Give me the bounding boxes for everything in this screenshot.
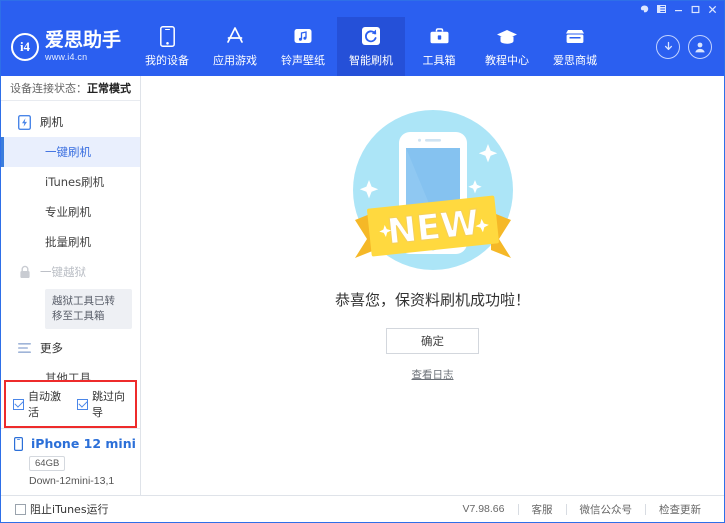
nav-label: 智能刷机 xyxy=(349,52,393,68)
status-bar: 阻止iTunes运行 V7.98.66 客服 微信公众号 检查更新 xyxy=(1,495,724,522)
lock-icon xyxy=(17,265,32,280)
graduation-icon xyxy=(496,25,518,47)
main-navigation: 我的设备 应用游戏 铃声壁纸 智能刷机 xyxy=(133,17,656,76)
logo-url: www.i4.cn xyxy=(45,53,121,62)
sidebar-group-label: 刷机 xyxy=(40,114,63,130)
phone-icon xyxy=(156,25,178,47)
sidebar-item-label: 一键刷机 xyxy=(45,144,91,160)
nav-label: 工具箱 xyxy=(423,52,456,68)
user-icon[interactable] xyxy=(688,35,712,59)
app-header: i4 爱思助手 www.i4.cn 我的设备 应用游戏 xyxy=(1,17,724,76)
connected-device-panel[interactable]: iPhone 12 mini 64GB Down-12mini-13,1 xyxy=(1,428,140,495)
new-phone-badge-illustration: NEW xyxy=(333,98,533,283)
flash-icon xyxy=(17,115,32,130)
sidebar-item-other-tools[interactable]: 其他工具 xyxy=(1,363,140,380)
version-label: V7.98.66 xyxy=(449,503,517,515)
nav-label: 教程中心 xyxy=(485,52,529,68)
device-name: iPhone 12 mini xyxy=(31,436,136,451)
connection-status-value: 正常模式 xyxy=(87,80,131,96)
device-capacity-badge: 64GB xyxy=(29,456,65,471)
nav-item-ringtone-wallpaper[interactable]: 铃声壁纸 xyxy=(269,17,337,76)
status-bar-right: V7.98.66 客服 微信公众号 检查更新 xyxy=(449,502,714,517)
checkbox-box xyxy=(77,399,88,410)
close-button[interactable] xyxy=(705,3,720,15)
nav-label: 爱思商城 xyxy=(553,52,597,68)
refresh-icon xyxy=(360,25,382,47)
sidebar-item-label: iTunes刷机 xyxy=(45,174,104,190)
appstore-icon xyxy=(224,25,246,47)
sidebar-item-one-key-flash[interactable]: 一键刷机 xyxy=(1,137,140,167)
nav-item-shop[interactable]: 爱思商城 xyxy=(541,17,609,76)
shop-icon xyxy=(564,25,586,47)
connection-status-label: 设备连接状态： xyxy=(10,80,87,96)
skip-wizard-checkbox[interactable]: 跳过向导 xyxy=(77,388,131,420)
nav-item-toolbox[interactable]: 工具箱 xyxy=(405,17,473,76)
minimize-button[interactable] xyxy=(671,3,686,15)
logo-badge-text: i4 xyxy=(20,39,30,55)
app-window: i4 爱思助手 www.i4.cn 我的设备 应用游戏 xyxy=(0,0,725,523)
success-message: 恭喜您，保资料刷机成功啦！ xyxy=(335,289,530,310)
download-icon[interactable] xyxy=(656,35,680,59)
sidebar-item-label: 批量刷机 xyxy=(45,234,91,250)
nav-label: 铃声壁纸 xyxy=(281,52,325,68)
sidebar-group-jailbreak: 一键越狱 xyxy=(1,257,140,287)
checkbox-box xyxy=(15,504,26,515)
wechat-official-link[interactable]: 微信公众号 xyxy=(567,502,646,517)
status-bar-left: 阻止iTunes运行 xyxy=(15,501,109,517)
app-body: 设备连接状态：正常模式 刷机 一键刷机 iTunes刷机 专业刷机 xyxy=(1,76,724,495)
confirm-button[interactable]: 确定 xyxy=(386,328,479,354)
sidebar-item-label: 其他工具 xyxy=(45,370,91,380)
auto-activate-checkbox[interactable]: 自动激活 xyxy=(13,388,67,420)
header-actions xyxy=(656,17,724,76)
menu-button[interactable] xyxy=(654,3,669,15)
main-content: NEW 恭喜您，保资料刷机成功啦！ 确定 查看日志 xyxy=(141,76,724,495)
nav-item-my-device[interactable]: 我的设备 xyxy=(133,17,201,76)
block-itunes-label: 阻止iTunes运行 xyxy=(30,501,109,517)
sidebar-item-pro-flash[interactable]: 专业刷机 xyxy=(1,197,140,227)
maximize-button[interactable] xyxy=(688,3,703,15)
nav-label: 我的设备 xyxy=(145,52,189,68)
jailbreak-moved-tip: 越狱工具已转移至工具箱 xyxy=(45,289,132,329)
sidebar-group-label: 更多 xyxy=(40,340,63,356)
view-log-link[interactable]: 查看日志 xyxy=(412,367,454,382)
nav-label: 应用游戏 xyxy=(213,52,257,68)
toolbox-icon xyxy=(428,25,450,47)
device-name-row: iPhone 12 mini xyxy=(11,436,140,451)
check-update-link[interactable]: 检查更新 xyxy=(646,502,714,517)
device-identifier: Down-12mini-13,1 xyxy=(29,475,140,487)
sidebar-group-flash[interactable]: 刷机 xyxy=(1,107,140,137)
nav-item-apps-games[interactable]: 应用游戏 xyxy=(201,17,269,76)
skin-button[interactable] xyxy=(637,3,652,15)
music-icon xyxy=(292,25,314,47)
phone-icon xyxy=(11,436,26,451)
customer-service-link[interactable]: 客服 xyxy=(519,502,566,517)
block-itunes-checkbox[interactable]: 阻止iTunes运行 xyxy=(15,501,109,517)
connection-status: 设备连接状态：正常模式 xyxy=(1,76,140,101)
app-logo[interactable]: i4 爱思助手 www.i4.cn xyxy=(1,17,133,76)
sidebar-group-label: 一键越狱 xyxy=(40,264,86,280)
flash-options-highlight: 自动激活 跳过向导 xyxy=(4,380,137,428)
sidebar-group-more[interactable]: 更多 xyxy=(1,333,140,363)
sidebar-menu: 刷机 一键刷机 iTunes刷机 专业刷机 批量刷机 xyxy=(1,101,140,380)
logo-title: 爱思助手 xyxy=(45,31,121,50)
nav-item-tutorial-center[interactable]: 教程中心 xyxy=(473,17,541,76)
list-icon xyxy=(17,341,32,356)
logo-badge-icon: i4 xyxy=(11,33,39,61)
sidebar-item-label: 专业刷机 xyxy=(45,204,91,220)
sidebar-item-batch-flash[interactable]: 批量刷机 xyxy=(1,227,140,257)
sidebar-item-itunes-flash[interactable]: iTunes刷机 xyxy=(1,167,140,197)
nav-item-smart-flash[interactable]: 智能刷机 xyxy=(337,17,405,76)
auto-activate-label: 自动激活 xyxy=(28,388,67,420)
sidebar: 设备连接状态：正常模式 刷机 一键刷机 iTunes刷机 专业刷机 xyxy=(1,76,141,495)
checkbox-box xyxy=(13,399,24,410)
title-bar xyxy=(1,1,724,17)
skip-wizard-label: 跳过向导 xyxy=(92,388,131,420)
